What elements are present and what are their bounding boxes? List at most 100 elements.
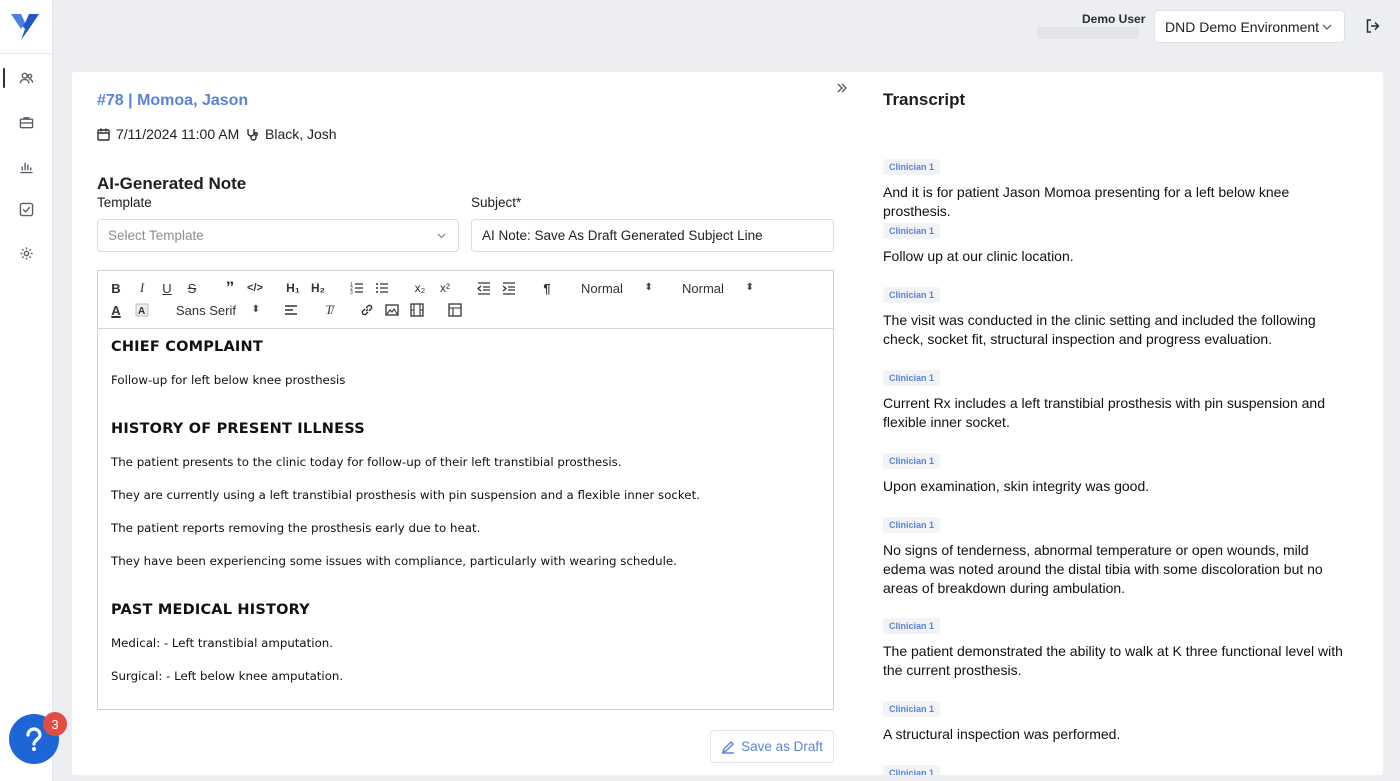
strike-button[interactable]: S	[183, 279, 201, 297]
align-button[interactable]	[282, 301, 300, 319]
logout-icon[interactable]	[1364, 17, 1382, 35]
table-button[interactable]	[446, 301, 464, 319]
select-arrows-icon: ⬍	[251, 304, 260, 315]
font-color-button[interactable]: A	[107, 301, 125, 319]
encounter-card: #78 | Momoa, Jason 7/11/2024 11:00 AM Bl…	[72, 72, 1383, 775]
blockquote-button[interactable]: ”	[221, 278, 239, 297]
sidebar-item-settings[interactable]	[0, 235, 53, 271]
speaker-chip: Clinician 1	[883, 453, 941, 469]
image-button[interactable]	[383, 301, 401, 319]
header-select-value: Normal	[581, 281, 623, 296]
environment-select[interactable]: DND Demo Environment	[1154, 10, 1345, 43]
note-heading: HISTORY OF PRESENT ILLNESS	[111, 421, 365, 437]
transcript-utterance: Follow up at our clinic location.	[883, 248, 1074, 264]
note-paragraph: The patient reports removing the prosthe…	[111, 521, 481, 535]
code-button[interactable]: </>	[246, 279, 264, 297]
speaker-chip: Clinician 1	[883, 765, 941, 775]
encounter-datetime: 7/11/2024 11:00 AM	[97, 126, 239, 142]
speaker-chip: Clinician 1	[883, 287, 941, 303]
subject-input[interactable]: AI Note: Save As Draft Generated Subject…	[471, 219, 834, 252]
chevron-down-icon	[437, 233, 446, 239]
size-select[interactable]: Normal ⬍	[682, 281, 754, 296]
environment-value: DND Demo Environment	[1165, 19, 1320, 35]
svg-text:3: 3	[350, 290, 353, 295]
bar-chart-icon	[20, 162, 33, 173]
speaker-chip: Clinician 1	[883, 618, 941, 634]
heading1-button[interactable]: H₁	[284, 279, 302, 297]
sidebar-item-reports[interactable]	[0, 148, 53, 184]
indent-icon	[502, 282, 515, 295]
transcript-utterance: A structural inspection was performed.	[883, 726, 1121, 742]
transcript-utterance: The patient demonstrated the ability to …	[883, 643, 1343, 678]
speaker-chip: Clinician 1	[883, 370, 941, 386]
gear-icon	[20, 246, 33, 260]
note-paragraph: The patient presents to the clinic today…	[111, 455, 622, 469]
svg-text:A: A	[138, 306, 145, 317]
app-logo[interactable]	[9, 11, 41, 41]
text-direction-button[interactable]: ¶	[538, 279, 556, 297]
edit-icon	[721, 740, 735, 754]
table-icon	[448, 303, 462, 317]
speaker-chip: Clinician 1	[883, 701, 941, 717]
speaker-chip: Clinician 1	[883, 159, 941, 175]
calendar-icon	[97, 128, 110, 141]
outdent-button[interactable]	[475, 279, 493, 297]
bullet-list-button[interactable]	[373, 279, 391, 297]
italic-button[interactable]: I	[133, 279, 151, 297]
sidebar-item-patients[interactable]	[0, 60, 53, 96]
note-editor[interactable]: B I U S ” </> H₁ H₂ 123 x₂ x² ¶ Normal ⬍…	[97, 270, 834, 710]
save-draft-button[interactable]: Save as Draft	[710, 730, 834, 763]
note-heading: PAST MEDICAL HISTORY	[111, 602, 310, 618]
note-paragraph: Follow-up for left below knee prosthesis	[111, 373, 346, 387]
collapse-panel-icon[interactable]	[834, 80, 850, 96]
stethoscope-icon	[247, 128, 258, 141]
heading2-button[interactable]: H₂	[309, 279, 327, 297]
bold-button[interactable]: B	[107, 279, 125, 297]
note-heading: CHIEF COMPLAINT	[111, 339, 263, 355]
subject-label: Subject*	[471, 195, 522, 210]
encounter-title[interactable]: #78 | Momoa, Jason	[97, 92, 248, 110]
template-select[interactable]: Select Template	[97, 219, 459, 252]
link-icon	[361, 304, 373, 316]
transcript-utterance: And it is for patient Jason Momoa presen…	[883, 184, 1290, 219]
outdent-icon	[477, 282, 490, 295]
transcript-title: Transcript	[883, 90, 966, 109]
sidebar	[0, 0, 53, 781]
note-section-title: AI-Generated Note	[97, 174, 247, 193]
help-count-badge: 3	[43, 712, 67, 736]
subject-value: AI Note: Save As Draft Generated Subject…	[482, 228, 763, 243]
ordered-list-button[interactable]: 123	[348, 279, 366, 297]
underline-button[interactable]: U	[158, 279, 176, 297]
note-paragraph: Medical: - Left transtibial amputation.	[111, 636, 334, 650]
template-placeholder: Select Template	[108, 228, 204, 243]
header-select[interactable]: Normal ⬍	[581, 281, 653, 296]
encounter-datetime-text: 7/11/2024 11:00 AM	[116, 126, 240, 142]
template-label: Template	[97, 195, 152, 210]
font-select[interactable]: Sans Serif ⬍	[176, 303, 260, 318]
users-icon	[19, 72, 34, 83]
user-name: Demo User	[1082, 12, 1146, 26]
highlight-icon: A	[135, 303, 149, 317]
video-icon	[410, 303, 424, 317]
chevron-down-icon	[1322, 24, 1332, 30]
indent-button[interactable]	[500, 279, 518, 297]
sidebar-item-tasks[interactable]	[0, 191, 53, 227]
sidebar-item-cases[interactable]	[0, 104, 53, 140]
transcript-utterance: Upon examination, skin integrity was goo…	[883, 478, 1150, 494]
select-arrows-icon: ⬍	[745, 282, 754, 293]
clear-format-button[interactable]: T̸	[320, 301, 338, 319]
editor-toolbar: B I U S ” </> H₁ H₂ 123 x₂ x² ¶ Normal ⬍…	[98, 271, 833, 329]
note-paragraph: They are currently using a left transtib…	[111, 488, 700, 502]
transcript-utterance: No signs of tenderness, abnormal tempera…	[883, 542, 1323, 596]
transcript-utterance: The visit was conducted in the clinic se…	[883, 312, 1316, 347]
speaker-chip: Clinician 1	[883, 223, 941, 239]
note-paragraph: They have been experiencing some issues …	[111, 554, 677, 568]
superscript-button[interactable]: x²	[436, 279, 454, 297]
subscript-button[interactable]: x₂	[411, 279, 429, 297]
background-color-button[interactable]: A	[133, 301, 151, 319]
video-button[interactable]	[408, 301, 426, 319]
link-button[interactable]	[358, 301, 376, 319]
align-left-icon	[285, 305, 297, 315]
briefcase-icon	[19, 116, 34, 128]
font-select-value: Sans Serif	[176, 303, 236, 318]
